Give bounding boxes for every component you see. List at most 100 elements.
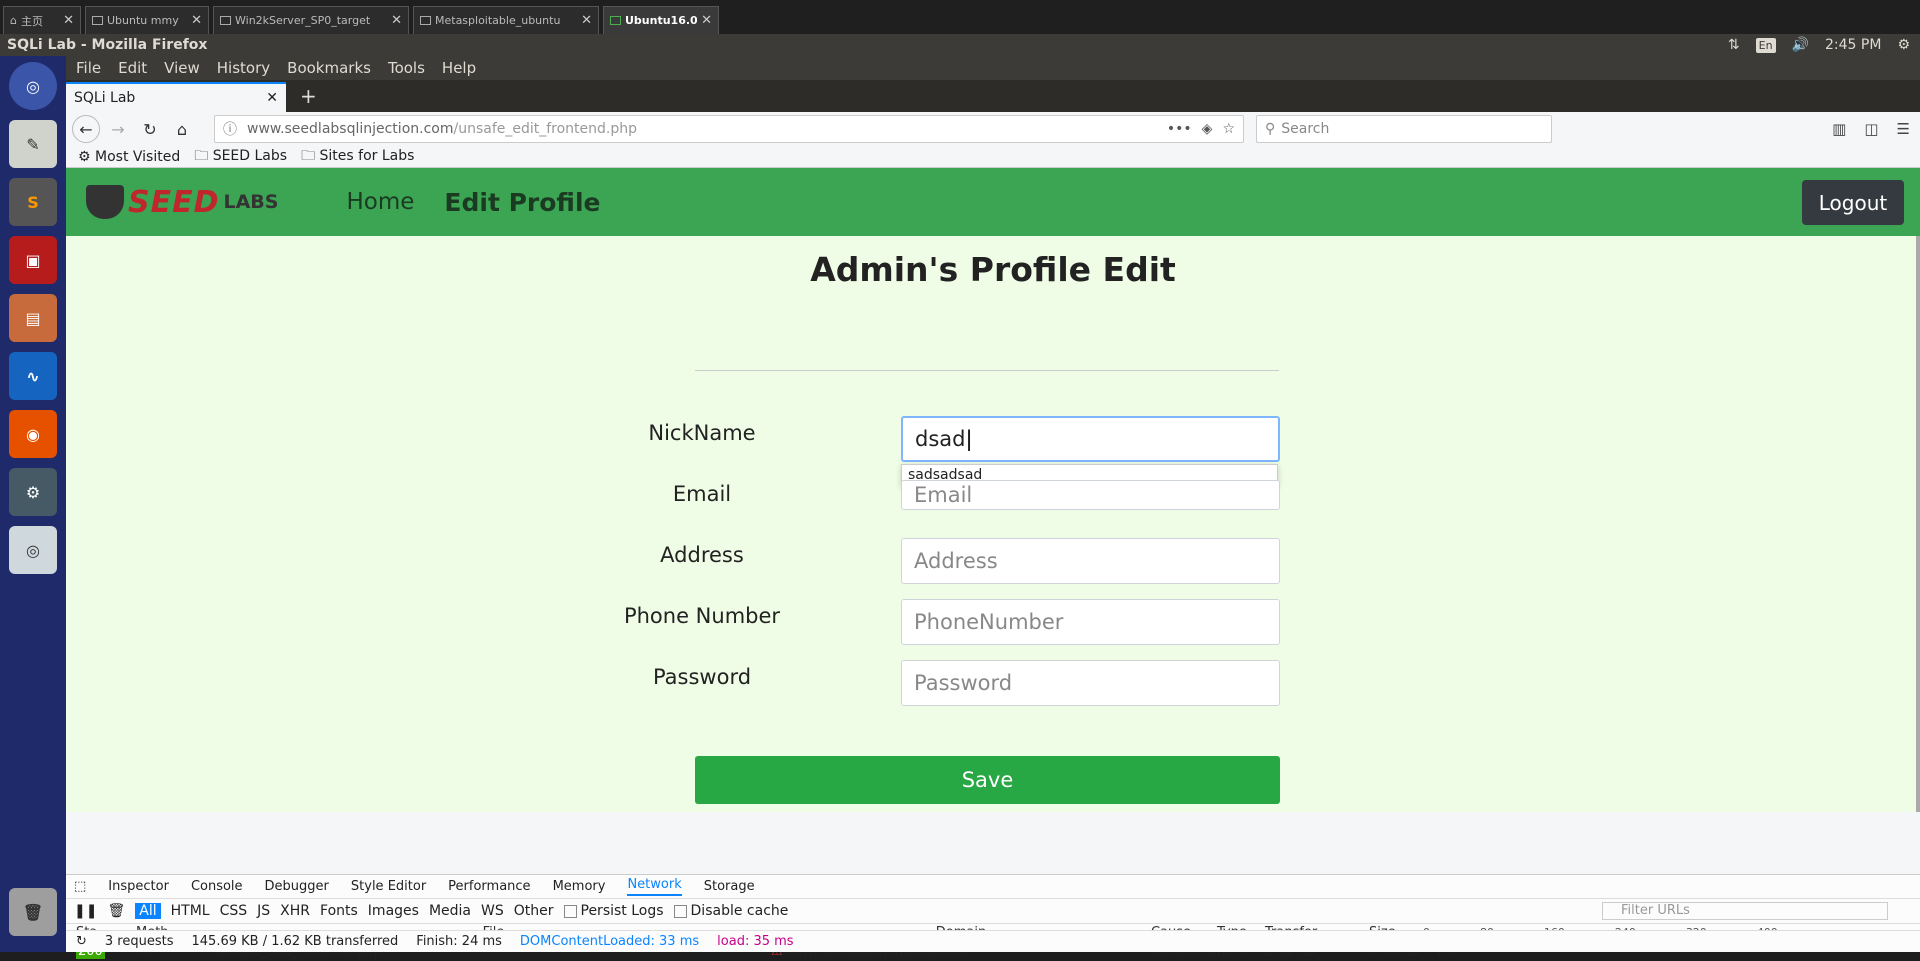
pocket-icon[interactable]: ◈ — [1202, 121, 1213, 137]
vm-tab-ubuntu16[interactable]: Ubuntu16.04✕ — [603, 6, 719, 34]
filter-html[interactable]: HTML — [171, 903, 210, 919]
pause-icon[interactable]: ❚❚ — [74, 903, 97, 919]
nickname-label: NickName — [648, 421, 756, 445]
forward-button[interactable]: → — [104, 115, 132, 143]
filter-js[interactable]: JS — [257, 903, 270, 919]
menu-history[interactable]: History — [217, 59, 270, 77]
nav-edit-profile-link[interactable]: Edit Profile — [444, 188, 600, 217]
save-button[interactable]: Save — [695, 756, 1280, 804]
page-scrollbar[interactable] — [1916, 236, 1920, 812]
browser-tab-strip: SQLi Lab ✕ + — [66, 80, 1920, 112]
filter-other[interactable]: Other — [514, 903, 554, 919]
library-icon[interactable]: ▥ — [1832, 120, 1846, 138]
new-tab-button[interactable]: + — [300, 84, 317, 108]
filter-all[interactable]: All — [135, 903, 161, 919]
clear-trash-icon[interactable]: 🗑 — [107, 903, 125, 919]
tab-style-editor[interactable]: Style Editor — [351, 879, 426, 894]
navigation-toolbar: ← → ↻ ⌂ ⓘ www.seedlabsqlinjection.com /u… — [66, 112, 1920, 146]
divider — [695, 370, 1279, 371]
nav-home-link[interactable]: Home — [346, 189, 414, 215]
dvd-icon[interactable]: ◎ — [9, 526, 57, 574]
seed-labs-logo[interactable]: SEED LABS — [86, 185, 278, 220]
nickname-input[interactable]: dsad | — [901, 416, 1280, 462]
browser-tab-sqli-lab[interactable]: SQLi Lab ✕ — [66, 82, 286, 112]
menu-help[interactable]: Help — [442, 59, 476, 77]
email-label: Email — [672, 482, 732, 506]
bookmark-sites-for-labs[interactable]: 🗀 Sites for Labs — [301, 145, 414, 169]
devtools-tab-bar: ⬚ Inspector Console Debugger Style Edito… — [66, 875, 1920, 899]
filter-ws[interactable]: WS — [481, 903, 504, 919]
trash-icon[interactable]: 🗑 — [9, 888, 57, 936]
vm-icon — [220, 16, 231, 25]
sublime-text-icon[interactable]: S — [9, 178, 57, 226]
text-editor-icon[interactable]: ✎ — [9, 120, 57, 168]
seed-navbar: SEED LABS Home Edit Profile Logout — [66, 168, 1920, 236]
close-icon[interactable]: ✕ — [63, 13, 74, 28]
page-actions-icon[interactable]: ••• — [1167, 121, 1192, 137]
filter-urls-input[interactable]: Filter URLs — [1602, 902, 1888, 920]
tab-debugger[interactable]: Debugger — [265, 879, 329, 894]
menu-edit[interactable]: Edit — [118, 59, 147, 77]
menu-bookmarks[interactable]: Bookmarks — [287, 59, 371, 77]
keyboard-layout-indicator[interactable]: En — [1755, 37, 1776, 53]
url-bar[interactable]: ⓘ www.seedlabsqlinjection.com /unsafe_ed… — [214, 115, 1244, 143]
address-input[interactable]: Address — [901, 538, 1280, 584]
phone-number-input[interactable]: PhoneNumber — [901, 599, 1280, 645]
close-icon[interactable]: ✕ — [191, 13, 202, 28]
close-icon[interactable]: ✕ — [581, 13, 592, 28]
search-bar[interactable]: ⚲ Search — [1256, 115, 1552, 143]
disable-cache-checkbox[interactable]: Disable cache — [673, 903, 788, 919]
filter-images[interactable]: Images — [368, 903, 419, 919]
password-input[interactable]: Password — [901, 660, 1280, 706]
logout-button[interactable]: Logout — [1802, 180, 1904, 225]
address-label: Address — [660, 543, 744, 567]
bookmark-most-visited[interactable]: ⚙ Most Visited — [78, 149, 180, 165]
persist-logs-checkbox[interactable]: Persist Logs — [563, 903, 664, 919]
settings-gear-icon[interactable]: ⚙ — [1897, 37, 1910, 53]
terminal-icon[interactable]: ▣ — [9, 236, 57, 284]
tab-console[interactable]: Console — [191, 879, 243, 894]
bookmark-star-icon[interactable]: ☆ — [1222, 121, 1235, 137]
reload-button[interactable]: ↻ — [136, 115, 164, 143]
firefox-window: File Edit View History Bookmarks Tools H… — [66, 56, 1920, 959]
tab-memory[interactable]: Memory — [553, 879, 606, 894]
ubuntu-dash-icon[interactable]: ◎ — [9, 62, 57, 110]
bookmark-seed-labs[interactable]: 🗀 SEED Labs — [194, 145, 287, 169]
close-tab-icon[interactable]: ✕ — [266, 90, 278, 106]
filter-fonts[interactable]: Fonts — [320, 903, 358, 919]
phone-number-label: Phone Number — [623, 604, 781, 628]
home-button[interactable]: ⌂ — [168, 115, 196, 143]
hamburger-menu-icon[interactable]: ☰ — [1897, 120, 1910, 138]
filter-xhr[interactable]: XHR — [280, 903, 310, 919]
tab-network[interactable]: Network — [627, 877, 682, 896]
menu-tools[interactable]: Tools — [388, 59, 425, 77]
vm-tab-ubuntu-mmy[interactable]: Ubuntu mmy ✕ — [85, 6, 209, 34]
reload-icon[interactable]: ↻ — [76, 934, 87, 949]
clock[interactable]: 2:45 PM — [1825, 37, 1881, 53]
tab-storage[interactable]: Storage — [704, 879, 755, 894]
close-icon[interactable]: ✕ — [701, 13, 712, 28]
pick-element-icon[interactable]: ⬚ — [74, 879, 86, 894]
network-icon[interactable]: ⇅ — [1728, 37, 1740, 53]
close-icon[interactable]: ✕ — [391, 13, 402, 28]
tab-performance[interactable]: Performance — [448, 879, 530, 894]
vm-tab-metasploitable[interactable]: Metasploitable_ubuntu ✕ — [413, 6, 599, 34]
volume-icon[interactable]: 🔊 — [1792, 37, 1809, 53]
filter-css[interactable]: CSS — [220, 903, 248, 919]
sidebar-icon[interactable]: ◫ — [1864, 120, 1878, 138]
vm-tab-home[interactable]: ⌂ 主页 ✕ — [3, 6, 81, 34]
window-title: SQLi Lab - Mozilla Firefox — [7, 37, 208, 53]
menu-file[interactable]: File — [76, 59, 101, 77]
system-settings-icon[interactable]: ⚙ — [9, 468, 57, 516]
unity-launcher: ◎ ✎ S ▣ ▤ ∿ ◉ ⚙ ◎ 🗑 — [0, 56, 66, 952]
back-button[interactable]: ← — [72, 115, 100, 143]
info-icon[interactable]: ⓘ — [223, 119, 237, 139]
menu-view[interactable]: View — [164, 59, 200, 77]
file-manager-icon[interactable]: ▤ — [9, 294, 57, 342]
wireshark-icon[interactable]: ∿ — [9, 352, 57, 400]
vm-tab-win2k[interactable]: Win2kServer_SP0_target ✕ — [213, 6, 409, 34]
tab-inspector[interactable]: Inspector — [108, 879, 169, 894]
filter-media[interactable]: Media — [429, 903, 471, 919]
email-input[interactable]: Email — [901, 480, 1280, 510]
firefox-icon[interactable]: ◉ — [9, 410, 57, 458]
